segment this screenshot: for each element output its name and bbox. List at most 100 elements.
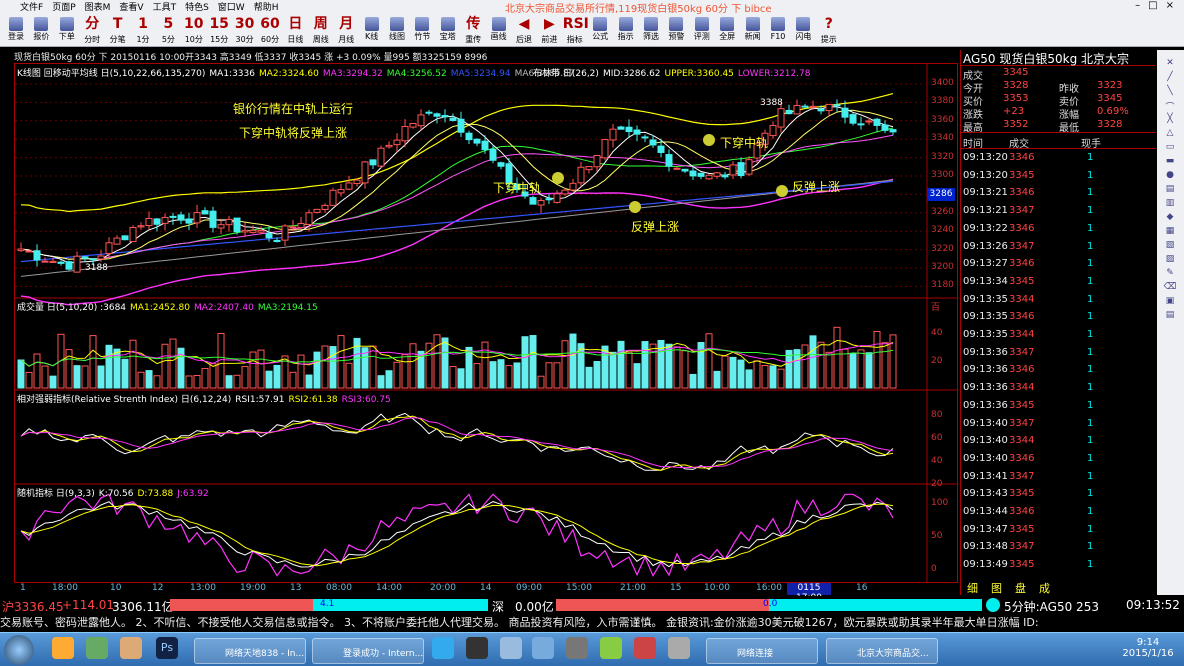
toolbar-button[interactable]: ? 提示: [817, 14, 841, 46]
toolbar-button[interactable]: 15 15分: [207, 14, 231, 46]
drawing-tool-icon[interactable]: ▬: [1163, 156, 1177, 166]
menu-item[interactable]: 文件F: [20, 0, 43, 13]
toolbar-button[interactable]: ◀ 后退: [512, 14, 536, 46]
tick-row[interactable]: 09:13:21 3347 1: [961, 203, 1156, 220]
drawing-tool-icon[interactable]: ▭: [1163, 142, 1177, 152]
menu-item[interactable]: 特色S: [185, 0, 209, 13]
tick-row[interactable]: 09:13:44 3346 1: [961, 504, 1156, 521]
quicklaunch-icon[interactable]: [532, 637, 554, 659]
quicklaunch-icon[interactable]: [120, 637, 142, 659]
toolbar-button[interactable]: 30 30分: [233, 14, 257, 46]
tick-row[interactable]: 09:13:20 3345 1: [961, 168, 1156, 185]
tick-row[interactable]: 09:13:27 3346 1: [961, 256, 1156, 273]
toolbar-button[interactable]: 指示: [614, 14, 638, 46]
tick-row[interactable]: 09:13:35 3344 1: [961, 292, 1156, 309]
drawing-tool-icon[interactable]: ▣: [1163, 296, 1177, 306]
tick-row[interactable]: 09:13:21 3346 1: [961, 185, 1156, 202]
toolbar-button[interactable]: 60 60分: [258, 14, 282, 46]
drawing-tool-icon[interactable]: ╲: [1163, 86, 1177, 96]
quote-tab[interactable]: 盘: [1015, 580, 1026, 596]
drawing-tool-icon[interactable]: ◆: [1163, 212, 1177, 222]
tick-row[interactable]: 09:13:43 3345 1: [961, 486, 1156, 503]
quicklaunch-icon[interactable]: [86, 637, 108, 659]
toolbar-button[interactable]: F10: [766, 14, 790, 46]
toolbar-button[interactable]: 全屏: [715, 14, 739, 46]
toolbar-button[interactable]: 宝塔: [436, 14, 460, 46]
tick-row[interactable]: 09:13:36 3346 1: [961, 362, 1156, 379]
drawing-tool-icon[interactable]: ▦: [1163, 226, 1177, 236]
task-item[interactable]: 网络连接: [706, 638, 818, 664]
tick-row[interactable]: 09:13:36 3347 1: [961, 345, 1156, 362]
menu-item[interactable]: 帮助H: [254, 0, 279, 13]
toolbar-button[interactable]: 报价: [29, 14, 53, 46]
task-item[interactable]: 登录成功 - Intern...: [312, 638, 424, 664]
window-controls[interactable]: –□×: [1135, 0, 1182, 11]
tick-row[interactable]: 09:13:35 3344 1: [961, 327, 1156, 344]
drawing-tool-icon[interactable]: ✕: [1163, 58, 1177, 68]
menu-item[interactable]: 窗口W: [218, 0, 245, 13]
toolbar-button[interactable]: 公式: [588, 14, 612, 46]
toolbar-button[interactable]: 画线: [487, 14, 511, 46]
drawing-tool-icon[interactable]: ⌫: [1163, 282, 1177, 292]
quicklaunch-icon[interactable]: [52, 637, 74, 659]
maximize-icon[interactable]: □: [1148, 0, 1165, 11]
toolbar-button[interactable]: 登录: [4, 14, 28, 46]
tick-row[interactable]: 09:13:41 3347 1: [961, 469, 1156, 486]
toolbar-button[interactable]: 下单: [55, 14, 79, 46]
menu-item[interactable]: 图表M: [85, 0, 111, 13]
taskbar-clock[interactable]: 9:14 2015/1/16: [1118, 637, 1178, 659]
tick-row[interactable]: 09:13:20 3346 1: [961, 150, 1156, 167]
toolbar-button[interactable]: 竹节: [410, 14, 434, 46]
start-button[interactable]: [4, 635, 34, 665]
drawing-tool-icon[interactable]: ╳: [1163, 114, 1177, 124]
qq-icon[interactable]: [466, 637, 488, 659]
toolbar-button[interactable]: 月月线: [334, 14, 358, 46]
ftp-icon[interactable]: [566, 637, 588, 659]
toolbar-button[interactable]: 闪电: [791, 14, 815, 46]
drawing-tool-icon[interactable]: ╱: [1163, 72, 1177, 82]
drawing-tool-icon[interactable]: △: [1163, 128, 1177, 138]
quicklaunch-icon[interactable]: [668, 637, 690, 659]
drawing-tool-icon[interactable]: ▧: [1163, 240, 1177, 250]
drawing-tool-icon[interactable]: ▨: [1163, 254, 1177, 264]
tick-row[interactable]: 09:13:34 3345 1: [961, 274, 1156, 291]
quicklaunch-icon[interactable]: [432, 637, 454, 659]
close-icon[interactable]: ×: [1166, 0, 1182, 11]
toolbar-button[interactable]: 分分时: [80, 14, 104, 46]
toolbar-button[interactable]: T 分笔: [106, 14, 130, 46]
menu-item[interactable]: 查看V: [119, 0, 143, 13]
tick-row[interactable]: 09:13:48 3347 1: [961, 539, 1156, 556]
tick-row[interactable]: 09:13:40 3344 1: [961, 433, 1156, 450]
quote-tab[interactable]: 图: [991, 580, 1002, 596]
toolbar-button[interactable]: K线: [360, 14, 384, 46]
tick-row[interactable]: 09:13:40 3347 1: [961, 416, 1156, 433]
drawing-tool-icon[interactable]: ⌒: [1163, 100, 1177, 113]
toolbar-button[interactable]: 线图: [385, 14, 409, 46]
toolbar-button[interactable]: 1 1分: [131, 14, 155, 46]
drawing-tool-icon[interactable]: ▥: [1163, 198, 1177, 208]
photoshop-icon[interactable]: Ps: [156, 637, 178, 659]
tick-row[interactable]: 09:13:36 3344 1: [961, 380, 1156, 397]
toolbar-button[interactable]: 筛选: [639, 14, 663, 46]
toolbar-button[interactable]: 5 5分: [156, 14, 180, 46]
tick-row[interactable]: 09:13:40 3346 1: [961, 451, 1156, 468]
quicklaunch-icon[interactable]: [600, 637, 622, 659]
menu-item[interactable]: 页面P: [52, 0, 75, 13]
tick-row[interactable]: 09:13:22 3346 1: [961, 221, 1156, 238]
minimize-icon[interactable]: –: [1135, 0, 1148, 11]
task-item[interactable]: 网络天地838 - In...: [194, 638, 306, 664]
menu-item[interactable]: 工具T: [153, 0, 177, 13]
tick-row[interactable]: 09:13:26 3347 1: [961, 239, 1156, 256]
drawing-tool-icon[interactable]: ▤: [1163, 184, 1177, 194]
tick-row[interactable]: 09:13:35 3346 1: [961, 309, 1156, 326]
chart-canvas[interactable]: [15, 64, 957, 582]
toolbar-button[interactable]: RSI 指标: [563, 14, 589, 46]
task-item[interactable]: 北京大宗商品交...: [826, 638, 938, 664]
quicklaunch-icon[interactable]: [634, 637, 656, 659]
tick-row[interactable]: 09:13:36 3345 1: [961, 398, 1156, 415]
tick-row[interactable]: 09:13:49 3345 1: [961, 557, 1156, 574]
drawing-tool-icon[interactable]: ▤: [1163, 310, 1177, 320]
toolbar-button[interactable]: 预警: [664, 14, 688, 46]
quote-tab[interactable]: 成: [1039, 580, 1050, 596]
toolbar-button[interactable]: 10 10分: [182, 14, 206, 46]
